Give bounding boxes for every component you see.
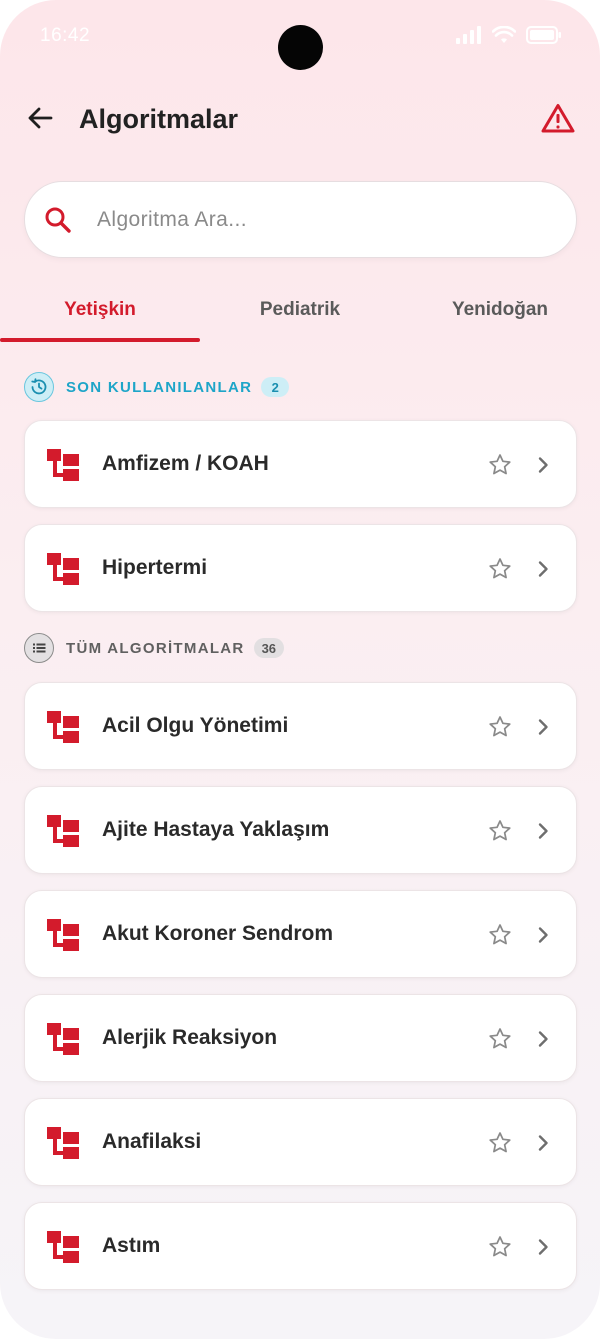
list-item-title: Hipertermi [102,556,208,579]
list-item[interactable]: Acil Olgu Yönetimi [24,682,577,770]
list-item-title: Ajite Hastaya Yaklaşım [102,818,330,841]
history-icon [24,372,54,402]
category-tabs: Yetişkin Pediatrik Yenidoğan [0,284,600,344]
star-outline-icon[interactable] [487,556,513,582]
active-tab-indicator [0,338,200,342]
flowchart-icon [47,711,79,743]
list-item-title: Astım [102,1234,161,1257]
search-bar[interactable] [24,181,577,258]
tab-pediatrik[interactable]: Pediatrik [200,284,400,342]
page-title: Algoritmalar [79,104,239,134]
star-outline-icon[interactable] [487,1234,513,1260]
flowchart-icon [47,1127,79,1159]
search-icon [43,205,73,235]
star-outline-icon[interactable] [487,1130,513,1156]
wifi-icon [492,26,516,43]
all-count-badge: 36 [253,638,285,658]
chevron-right-icon [532,820,554,842]
warning-triangle-icon [541,104,575,133]
flowchart-icon [47,815,79,847]
status-bar: 16:42 [0,0,600,72]
chevron-right-icon [532,454,554,476]
app-screen: 16:42 Algoritmalar Algoritma Ara... Yeti… [0,0,600,1339]
arrow-left-icon [28,107,53,129]
list-icon [24,633,54,663]
search-input[interactable] [97,207,517,232]
list-item[interactable]: Hipertermi [24,524,577,612]
chevron-right-icon [532,1236,554,1258]
all-section-header: TÜM ALGORİTMALAR 36 [24,633,285,663]
flowchart-icon [47,449,79,481]
chevron-right-icon [532,1132,554,1154]
chevron-right-icon [532,1028,554,1050]
battery-icon [526,26,561,44]
list-item-title: Amfizem / KOAH [102,452,269,475]
warning-button[interactable] [538,98,578,138]
list-item[interactable]: Akut Koroner Sendrom [24,890,577,978]
recent-section-header: SON KULLANILANLAR 2 [24,372,290,402]
tab-yetiskin[interactable]: Yetişkin [0,284,200,342]
chevron-right-icon [532,924,554,946]
recent-count-badge: 2 [261,377,290,397]
chevron-right-icon [532,558,554,580]
status-icons [456,26,562,44]
app-header: Algoritmalar [0,90,600,150]
list-item-title: Alerjik Reaksiyon [102,1026,278,1049]
list-item[interactable]: Alerjik Reaksiyon [24,994,577,1082]
star-outline-icon[interactable] [487,818,513,844]
flowchart-icon [47,1023,79,1055]
list-item[interactable]: Amfizem / KOAH [24,420,577,508]
star-outline-icon[interactable] [487,1026,513,1052]
status-time: 16:42 [40,25,91,46]
tab-yenidogan[interactable]: Yenidoğan [400,284,600,342]
list-item[interactable]: Astım [24,1202,577,1290]
flowchart-icon [47,1231,79,1263]
list-item-title: Akut Koroner Sendrom [102,922,334,945]
flowchart-icon [47,919,79,951]
star-outline-icon[interactable] [487,452,513,478]
list-item[interactable]: Ajite Hastaya Yaklaşım [24,786,577,874]
recent-section-label: SON KULLANILANLAR [66,378,253,396]
star-outline-icon[interactable] [487,714,513,740]
all-section-label: TÜM ALGORİTMALAR [66,639,245,657]
star-outline-icon[interactable] [487,922,513,948]
list-item-title: Acil Olgu Yönetimi [102,714,289,737]
chevron-right-icon [532,716,554,738]
front-camera [278,25,323,70]
signal-icon [456,26,481,44]
back-button[interactable] [22,100,58,136]
list-item[interactable]: Anafilaksi [24,1098,577,1186]
list-item-title: Anafilaksi [102,1130,202,1153]
flowchart-icon [47,553,79,585]
